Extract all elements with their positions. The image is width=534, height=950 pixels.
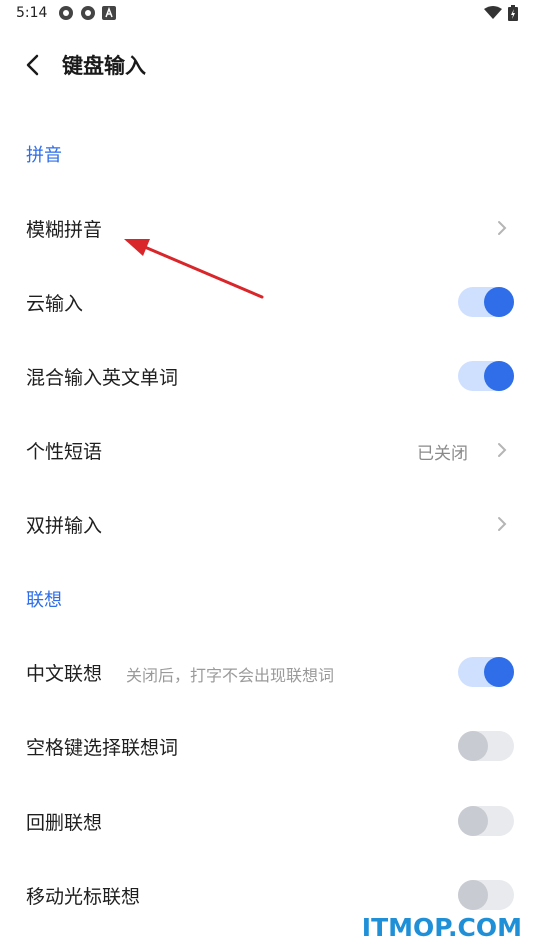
section-title-pinyin: 拼音	[26, 145, 62, 166]
cloud-input-toggle[interactable]	[458, 287, 514, 317]
space-select-toggle[interactable]	[458, 731, 514, 761]
row-personal-phrases[interactable]: 个性短语 已关闭	[0, 425, 534, 475]
row-chinese-lianxiang: 中文联想 关闭后，打字不会出现联想词	[0, 647, 534, 697]
page-title: 键盘输入	[62, 54, 146, 78]
app-header: 键盘输入	[0, 40, 534, 90]
backspace-lianxiang-toggle[interactable]	[458, 806, 514, 836]
row-label: 移动光标联想	[26, 886, 141, 908]
chevron-right-icon	[498, 221, 507, 235]
chevron-right-icon	[498, 443, 507, 457]
mixed-english-toggle[interactable]	[458, 361, 514, 391]
watermark-logo: ITMOP.COM	[361, 913, 522, 942]
row-label: 双拼输入	[26, 515, 103, 537]
status-icons-left	[58, 5, 116, 21]
row-description: 关闭后，打字不会出现联想词	[126, 666, 335, 685]
chevron-left-icon[interactable]	[18, 50, 48, 80]
section-title-lianxiang: 联想	[26, 590, 62, 611]
toggle-knob	[458, 806, 488, 836]
row-fuzzy-pinyin[interactable]: 模糊拼音	[0, 203, 534, 253]
row-space-select: 空格键选择联想词	[0, 721, 534, 771]
toggle-knob	[484, 287, 514, 317]
row-label: 空格键选择联想词	[26, 737, 179, 759]
toggle-knob	[458, 880, 488, 910]
status-icons-right	[484, 5, 518, 21]
status-bar: 5:14	[0, 0, 534, 28]
row-label: 回删联想	[26, 812, 103, 834]
row-label: 个性短语	[26, 441, 103, 463]
status-time: 5:14	[16, 5, 48, 21]
row-status-value: 已关闭	[417, 444, 468, 464]
toggle-knob	[458, 731, 488, 761]
a-letter-icon	[102, 6, 116, 20]
row-mixed-english: 混合输入英文单词	[0, 351, 534, 401]
settings-gear-icon	[81, 6, 95, 20]
toggle-knob	[484, 361, 514, 391]
row-label: 混合输入英文单词	[26, 367, 179, 389]
row-cloud-input: 云输入	[0, 277, 534, 327]
battery-icon	[508, 5, 518, 21]
toggle-knob	[484, 657, 514, 687]
row-label: 模糊拼音	[26, 219, 103, 241]
settings-gear-icon	[59, 6, 73, 20]
chinese-lianxiang-toggle[interactable]	[458, 657, 514, 687]
chevron-right-icon	[498, 517, 507, 531]
row-label: 中文联想	[26, 663, 103, 685]
wifi-icon	[484, 6, 502, 19]
row-shuangpin[interactable]: 双拼输入	[0, 499, 534, 549]
row-backspace-lianxiang: 回删联想	[0, 796, 534, 846]
row-label: 云输入	[26, 293, 84, 315]
move-cursor-toggle[interactable]	[458, 880, 514, 910]
